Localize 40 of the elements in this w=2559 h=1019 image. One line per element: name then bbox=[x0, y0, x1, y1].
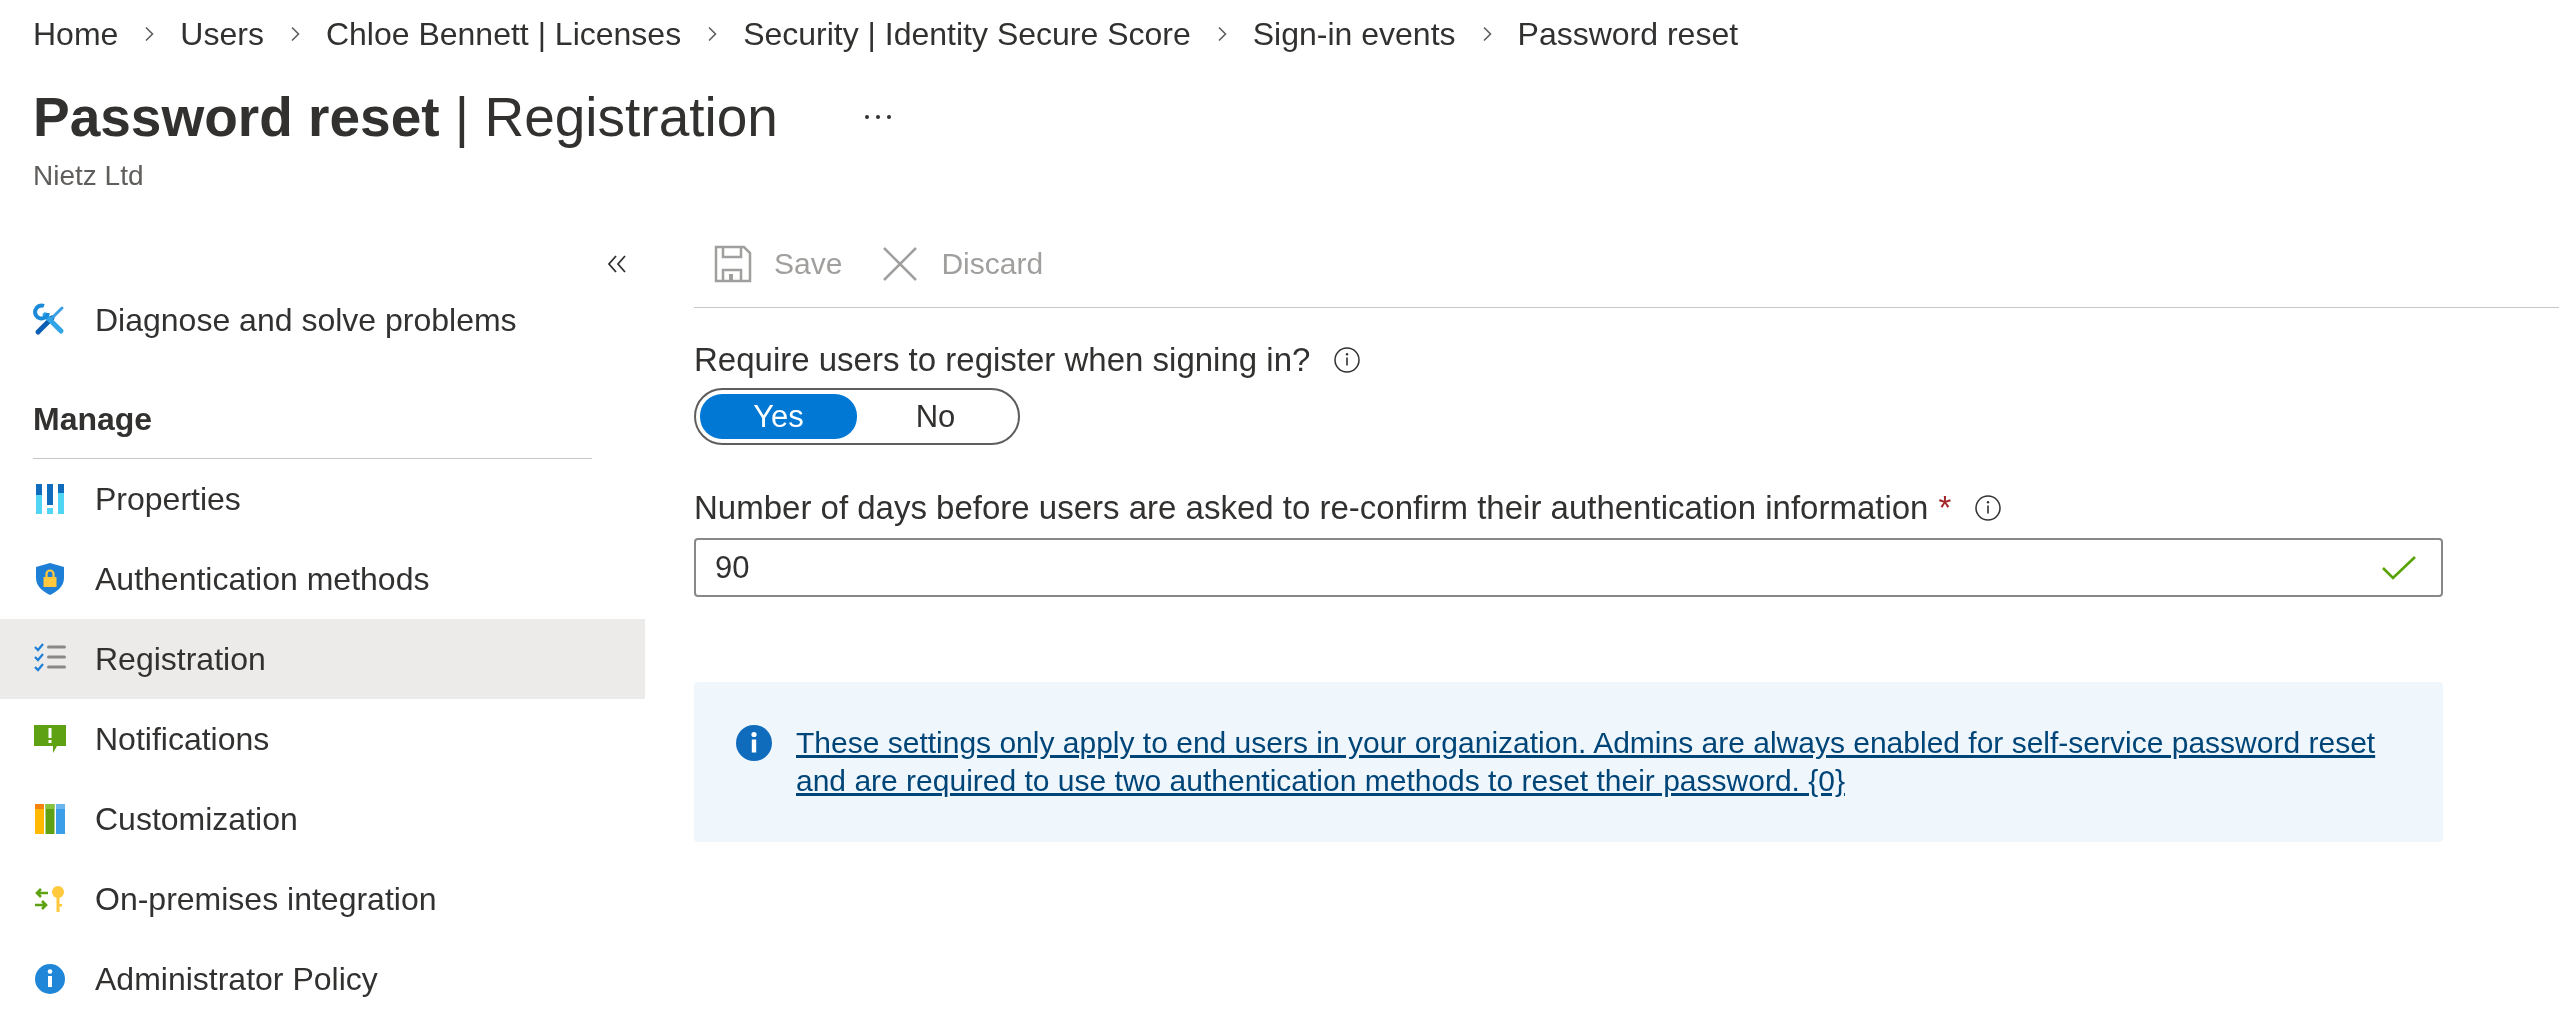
page-title: Password reset | Registration bbox=[33, 85, 778, 149]
field-label: Number of days before users are asked to re-confirm their authentication information bbox=[694, 490, 1929, 526]
nav-item[interactable]: Administrator Policy bbox=[0, 939, 645, 1019]
info-icon bbox=[33, 962, 67, 996]
chevron-icon bbox=[144, 26, 155, 42]
nav-item[interactable]: Customization bbox=[0, 779, 645, 859]
field-label: Require users to register when signing in? bbox=[694, 342, 1311, 378]
nav-item[interactable]: Authentication methods bbox=[0, 539, 645, 619]
breadcrumb-link[interactable]: Security | Identity Secure Score bbox=[743, 14, 1191, 54]
columns-icon bbox=[33, 802, 67, 836]
info-icon[interactable] bbox=[1975, 495, 2002, 521]
breadcrumb-link[interactable]: Chloe Bennett | Licenses bbox=[325, 14, 682, 54]
nav-item[interactable]: Registration bbox=[0, 619, 645, 699]
chevron-icon bbox=[1481, 26, 1492, 42]
shield-lock-icon bbox=[33, 562, 67, 596]
save-icon bbox=[713, 244, 753, 284]
info-icon[interactable] bbox=[1334, 347, 1361, 373]
nav-item[interactable]: On-premises integration bbox=[0, 859, 645, 939]
nav-item[interactable]: Notifications bbox=[0, 699, 645, 779]
breadcrumb-link[interactable]: Sign-in events bbox=[1252, 14, 1456, 54]
toggle-option[interactable]: Yes bbox=[700, 394, 857, 439]
chevron-icon bbox=[707, 26, 718, 42]
toggle-option[interactable]: No bbox=[857, 394, 1014, 439]
info-link[interactable]: These settings only apply to end users in your organization. Admins are always enabled for self-service password reset and are required to use two authentication methods to reset their password. {0} bbox=[796, 724, 2396, 800]
toggle-switch[interactable]: Yes No bbox=[694, 388, 1020, 445]
chevron-icon bbox=[1216, 26, 1227, 42]
bars-icon bbox=[33, 482, 67, 516]
nav-item[interactable]: Properties bbox=[0, 459, 645, 539]
page-subtitle: Nietz Ltd bbox=[33, 159, 144, 193]
breadcrumb-link[interactable]: Password reset bbox=[1517, 14, 1739, 54]
required-mark: * bbox=[1938, 490, 1952, 526]
number-input[interactable]: 90 bbox=[694, 538, 2443, 597]
nav-item[interactable]: Diagnose and solve problems bbox=[0, 280, 645, 360]
chevron-icon bbox=[289, 26, 300, 42]
breadcrumb-link[interactable]: Home bbox=[33, 14, 119, 54]
more-icon[interactable] bbox=[862, 113, 893, 121]
collapse-icon[interactable] bbox=[606, 254, 628, 274]
section-heading: Manage bbox=[33, 400, 153, 439]
breadcrumb-link[interactable]: Users bbox=[180, 14, 264, 54]
info-icon bbox=[735, 724, 773, 762]
